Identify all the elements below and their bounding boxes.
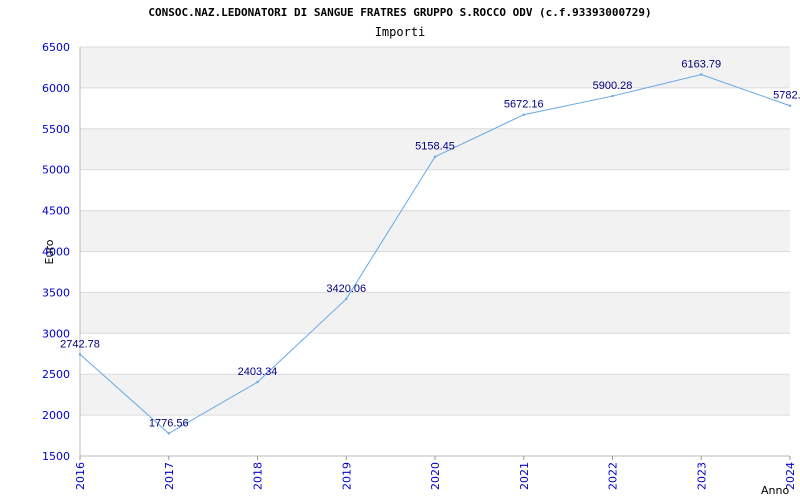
data-point — [167, 432, 170, 435]
data-label: 5782.2 — [773, 90, 800, 102]
line-chart: 2742.781776.562403.343420.065158.455672.… — [42, 41, 800, 497]
y-tick-label: 4500 — [42, 205, 70, 218]
grid-band — [80, 292, 790, 334]
background-bands — [80, 47, 790, 416]
data-point — [78, 353, 82, 356]
y-tick-label: 3000 — [42, 327, 70, 340]
data-point — [433, 155, 437, 158]
data-label: 5672.16 — [504, 99, 544, 111]
y-tick-label: 2500 — [42, 368, 70, 381]
x-tick-label: 2022 — [607, 462, 620, 490]
grid-band — [80, 210, 790, 252]
y-tick-label: 6000 — [42, 82, 70, 95]
y-tick-label: 6500 — [42, 41, 70, 54]
y-tick-label: 1500 — [42, 450, 70, 463]
data-label: 5158.45 — [415, 141, 455, 153]
data-label: 2403.34 — [238, 366, 278, 378]
data-point — [522, 113, 525, 116]
data-point — [700, 73, 703, 76]
data-point — [788, 104, 792, 107]
y-tick-label: 5500 — [42, 123, 70, 136]
x-tick-label: 2020 — [429, 462, 442, 490]
x-tick-label: 2018 — [252, 462, 265, 490]
data-point — [345, 297, 348, 301]
data-point — [611, 94, 614, 98]
data-label: 3420.06 — [326, 283, 366, 295]
y-tick-label: 2000 — [42, 409, 70, 422]
data-label: 5900.28 — [593, 80, 633, 92]
data-label: 6163.79 — [681, 59, 721, 71]
y-tick-label: 5000 — [42, 164, 70, 177]
data-label: 1776.56 — [149, 417, 189, 429]
x-tick-label: 2017 — [163, 462, 176, 490]
y-tick-label: 3500 — [42, 286, 70, 299]
y-axis-label: Euro — [43, 239, 56, 264]
x-tick-label: 2021 — [518, 462, 531, 490]
x-tick-labels: 2016 2017 2018 2019 2020 2021 2022 2023 2024 — [74, 462, 797, 490]
x-tick-label: 2016 — [74, 462, 87, 490]
x-axis-label: Anno — [761, 484, 789, 497]
x-tick-label: 2019 — [340, 462, 353, 490]
grid-band — [80, 374, 790, 416]
x-tick-label: 2023 — [695, 462, 708, 490]
data-point — [256, 380, 259, 384]
